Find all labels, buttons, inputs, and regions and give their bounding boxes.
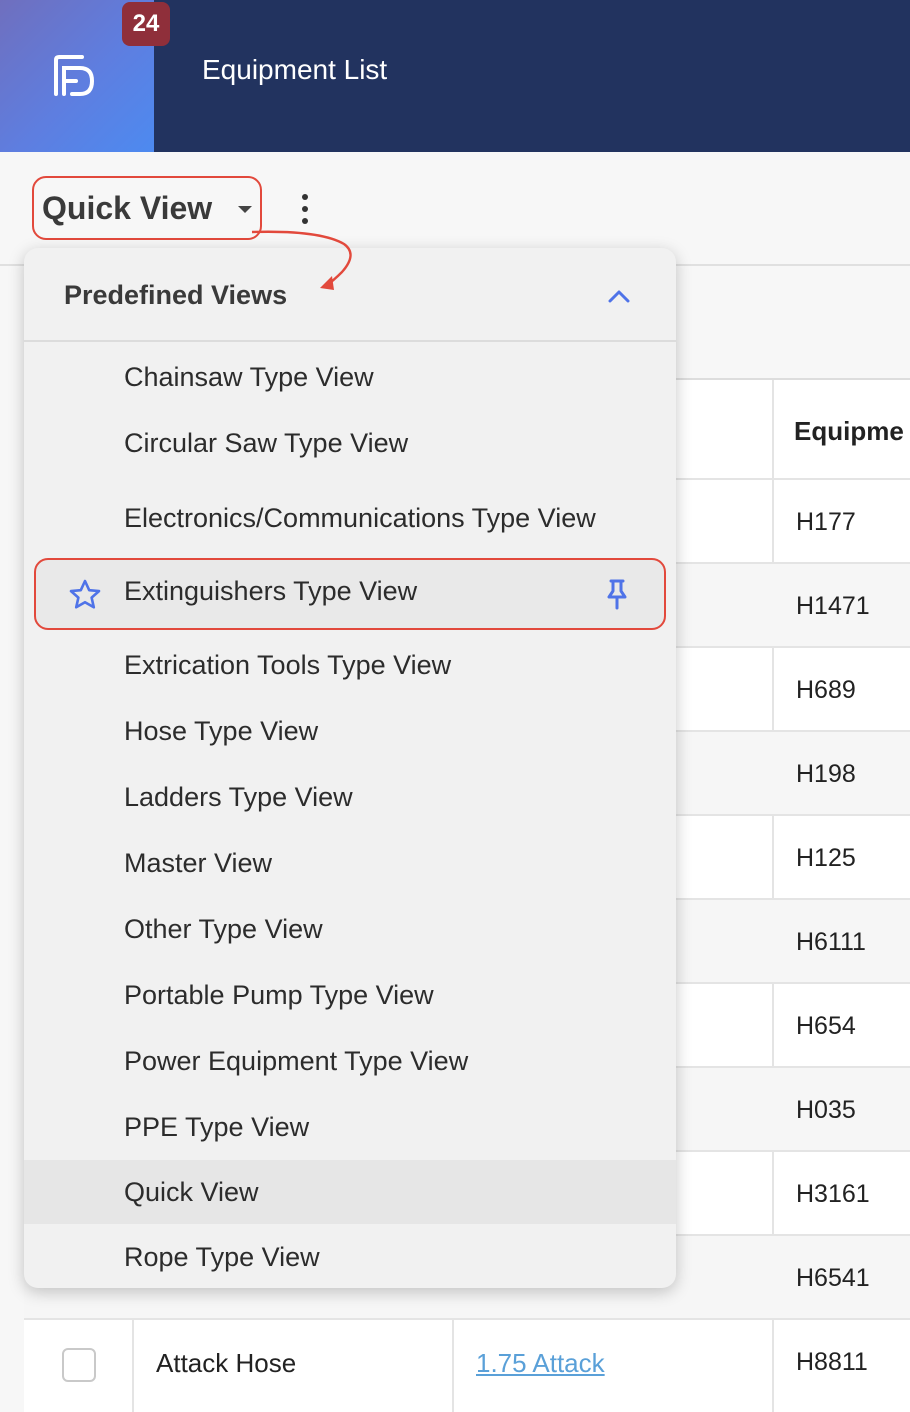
caret-down-icon xyxy=(238,206,252,213)
menu-item-label: Extinguishers Type View xyxy=(124,576,418,606)
menu-item-label: Portable Pump Type View xyxy=(124,979,434,1010)
kebab-icon[interactable] xyxy=(294,194,316,224)
equipment-id: H198 xyxy=(796,760,856,788)
menu-item-label: Rope Type View xyxy=(124,1241,320,1272)
menu-item-ppe-type-view[interactable]: PPE Type View xyxy=(24,1094,676,1160)
equipment-id: H1471 xyxy=(796,592,870,620)
star-icon[interactable] xyxy=(68,578,102,612)
brand-logo-icon xyxy=(54,55,95,96)
column-header-equipment[interactable]: Equipme xyxy=(794,416,904,447)
menu-item-label: Quick View xyxy=(124,1176,259,1207)
menu-item-label: Power Equipment Type View xyxy=(124,1045,469,1076)
equipment-id: H8811 xyxy=(796,1348,868,1376)
menu-item-label: Hose Type View xyxy=(124,715,319,746)
menu-item-other-type-view[interactable]: Other Type View xyxy=(24,896,676,962)
menu-item-ladders-type-view[interactable]: Ladders Type View xyxy=(24,764,676,830)
equipment-id: H125 xyxy=(796,844,856,872)
menu-item-electronics-communications-type-view[interactable]: Electronics/Communications Type View xyxy=(24,482,676,554)
row-checkbox[interactable] xyxy=(62,1348,96,1382)
notification-badge[interactable]: 24 xyxy=(122,2,170,46)
equipment-id: H035 xyxy=(796,1096,856,1124)
menu-item-hose-type-view[interactable]: Hose Type View xyxy=(24,698,676,764)
menu-item-label: PPE Type View xyxy=(124,1111,310,1142)
menu-item-label: Extrication Tools Type View xyxy=(124,649,452,680)
page-title: Equipment List xyxy=(202,54,388,85)
equipment-id: H6541 xyxy=(796,1264,870,1292)
equipment-link[interactable]: 1.75 Attack xyxy=(476,1348,605,1379)
pin-icon[interactable] xyxy=(606,578,628,610)
menu-item-extrication-tools-type-view[interactable]: Extrication Tools Type View xyxy=(24,632,676,698)
equipment-id: H6111 xyxy=(796,928,866,956)
quick-view-label: Quick View xyxy=(42,189,213,226)
equipment-id: H3161 xyxy=(796,1180,870,1208)
quick-view-dropdown-button[interactable]: Quick View xyxy=(32,176,262,240)
menu-item-label: Master View xyxy=(124,847,273,878)
menu-item-extinguishers-type-view[interactable]: Extinguishers Type View xyxy=(34,558,666,630)
menu-item-chainsaw-type-view[interactable]: Chainsaw Type View xyxy=(24,344,676,410)
chevron-up-icon[interactable] xyxy=(608,286,630,308)
equipment-id: H177 xyxy=(796,508,856,536)
menu-item-quick-view[interactable]: Quick View xyxy=(24,1160,676,1224)
menu-item-master-view[interactable]: Master View xyxy=(24,830,676,896)
menu-item-label: Chainsaw Type View xyxy=(124,361,374,392)
menu-item-power-equipment-type-view[interactable]: Power Equipment Type View xyxy=(24,1028,676,1094)
menu-item-label: Other Type View xyxy=(124,913,323,944)
annotation-arrow xyxy=(251,230,352,290)
app-header: 24 Equipment List xyxy=(0,0,910,152)
menu-item-circular-saw-type-view[interactable]: Circular Saw Type View xyxy=(24,410,676,476)
predefined-views-menu: Predefined Views Chainsaw Type View Circ… xyxy=(24,248,676,1288)
menu-item-portable-pump-type-view[interactable]: Portable Pump Type View xyxy=(24,962,676,1028)
menu-item-label: Electronics/Communications Type View xyxy=(124,502,596,533)
table-row[interactable]: Attack Hose 1.75 Attack H8811 xyxy=(24,1318,910,1402)
menu-item-label: Ladders Type View xyxy=(124,781,353,812)
equipment-id: H654 xyxy=(796,1012,856,1040)
equipment-id: H689 xyxy=(796,676,856,704)
menu-item-label: Circular Saw Type View xyxy=(124,427,409,458)
menu-item-rope-type-view[interactable]: Rope Type View xyxy=(24,1224,676,1288)
equipment-name: Attack Hose xyxy=(156,1348,297,1378)
